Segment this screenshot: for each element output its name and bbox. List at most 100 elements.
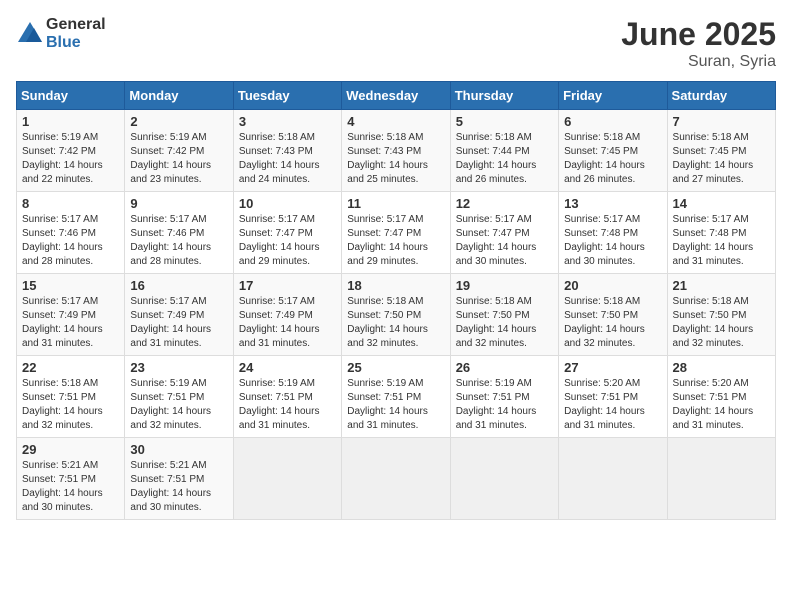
day-number: 11: [347, 196, 444, 211]
location-title: Suran, Syria: [621, 53, 776, 71]
day-number: 16: [130, 278, 227, 293]
day-info: Sunrise: 5:19 AMSunset: 7:42 PMDaylight:…: [130, 131, 227, 187]
day-number: 23: [130, 360, 227, 375]
header-sunday: Sunday: [17, 82, 125, 110]
calendar-cell: 1 Sunrise: 5:19 AMSunset: 7:42 PMDayligh…: [17, 110, 125, 192]
logo-general: General: [46, 16, 106, 33]
calendar-cell: 12 Sunrise: 5:17 AMSunset: 7:47 PMDaylig…: [450, 192, 558, 274]
page-header: General Blue June 2025 Suran, Syria: [16, 16, 776, 71]
day-number: 20: [564, 278, 661, 293]
calendar-cell: 24 Sunrise: 5:19 AMSunset: 7:51 PMDaylig…: [233, 356, 341, 438]
calendar-cell: 5 Sunrise: 5:18 AMSunset: 7:44 PMDayligh…: [450, 110, 558, 192]
day-number: 13: [564, 196, 661, 211]
day-info: Sunrise: 5:17 AMSunset: 7:49 PMDaylight:…: [130, 295, 227, 351]
calendar-cell: [667, 438, 775, 520]
calendar-cell: 20 Sunrise: 5:18 AMSunset: 7:50 PMDaylig…: [559, 274, 667, 356]
day-number: 26: [456, 360, 553, 375]
day-number: 22: [22, 360, 119, 375]
day-number: 12: [456, 196, 553, 211]
day-number: 8: [22, 196, 119, 211]
month-title: June 2025: [621, 16, 776, 53]
day-number: 7: [673, 114, 770, 129]
day-info: Sunrise: 5:17 AMSunset: 7:47 PMDaylight:…: [347, 213, 444, 269]
day-info: Sunrise: 5:17 AMSunset: 7:46 PMDaylight:…: [22, 213, 119, 269]
calendar-cell: 26 Sunrise: 5:19 AMSunset: 7:51 PMDaylig…: [450, 356, 558, 438]
day-number: 18: [347, 278, 444, 293]
day-number: 27: [564, 360, 661, 375]
header-saturday: Saturday: [667, 82, 775, 110]
calendar-cell: 2 Sunrise: 5:19 AMSunset: 7:42 PMDayligh…: [125, 110, 233, 192]
day-number: 14: [673, 196, 770, 211]
calendar-cell: 19 Sunrise: 5:18 AMSunset: 7:50 PMDaylig…: [450, 274, 558, 356]
day-number: 19: [456, 278, 553, 293]
calendar-cell: [233, 438, 341, 520]
day-info: Sunrise: 5:21 AMSunset: 7:51 PMDaylight:…: [22, 459, 119, 515]
day-number: 1: [22, 114, 119, 129]
day-info: Sunrise: 5:18 AMSunset: 7:45 PMDaylight:…: [564, 131, 661, 187]
day-number: 4: [347, 114, 444, 129]
calendar-week-1: 1 Sunrise: 5:19 AMSunset: 7:42 PMDayligh…: [17, 110, 776, 192]
day-info: Sunrise: 5:17 AMSunset: 7:47 PMDaylight:…: [239, 213, 336, 269]
calendar-cell: 21 Sunrise: 5:18 AMSunset: 7:50 PMDaylig…: [667, 274, 775, 356]
calendar-cell: 29 Sunrise: 5:21 AMSunset: 7:51 PMDaylig…: [17, 438, 125, 520]
day-number: 5: [456, 114, 553, 129]
day-number: 2: [130, 114, 227, 129]
day-info: Sunrise: 5:19 AMSunset: 7:51 PMDaylight:…: [347, 377, 444, 433]
day-info: Sunrise: 5:18 AMSunset: 7:50 PMDaylight:…: [673, 295, 770, 351]
calendar-cell: 28 Sunrise: 5:20 AMSunset: 7:51 PMDaylig…: [667, 356, 775, 438]
calendar-cell: [450, 438, 558, 520]
day-number: 29: [22, 442, 119, 457]
calendar-cell: 17 Sunrise: 5:17 AMSunset: 7:49 PMDaylig…: [233, 274, 341, 356]
day-info: Sunrise: 5:18 AMSunset: 7:43 PMDaylight:…: [347, 131, 444, 187]
day-number: 6: [564, 114, 661, 129]
calendar-cell: 14 Sunrise: 5:17 AMSunset: 7:48 PMDaylig…: [667, 192, 775, 274]
day-info: Sunrise: 5:19 AMSunset: 7:51 PMDaylight:…: [456, 377, 553, 433]
calendar-cell: 4 Sunrise: 5:18 AMSunset: 7:43 PMDayligh…: [342, 110, 450, 192]
calendar-table: SundayMondayTuesdayWednesdayThursdayFrid…: [16, 81, 776, 520]
logo-icon: [16, 20, 44, 48]
day-number: 15: [22, 278, 119, 293]
calendar-cell: 25 Sunrise: 5:19 AMSunset: 7:51 PMDaylig…: [342, 356, 450, 438]
day-number: 25: [347, 360, 444, 375]
calendar-cell: 27 Sunrise: 5:20 AMSunset: 7:51 PMDaylig…: [559, 356, 667, 438]
calendar-cell: 9 Sunrise: 5:17 AMSunset: 7:46 PMDayligh…: [125, 192, 233, 274]
header-tuesday: Tuesday: [233, 82, 341, 110]
calendar-week-3: 15 Sunrise: 5:17 AMSunset: 7:49 PMDaylig…: [17, 274, 776, 356]
day-info: Sunrise: 5:21 AMSunset: 7:51 PMDaylight:…: [130, 459, 227, 515]
calendar-cell: 7 Sunrise: 5:18 AMSunset: 7:45 PMDayligh…: [667, 110, 775, 192]
day-number: 9: [130, 196, 227, 211]
day-info: Sunrise: 5:19 AMSunset: 7:51 PMDaylight:…: [130, 377, 227, 433]
calendar-cell: 8 Sunrise: 5:17 AMSunset: 7:46 PMDayligh…: [17, 192, 125, 274]
day-info: Sunrise: 5:20 AMSunset: 7:51 PMDaylight:…: [564, 377, 661, 433]
calendar-cell: 16 Sunrise: 5:17 AMSunset: 7:49 PMDaylig…: [125, 274, 233, 356]
day-number: 17: [239, 278, 336, 293]
calendar-cell: 11 Sunrise: 5:17 AMSunset: 7:47 PMDaylig…: [342, 192, 450, 274]
calendar-cell: 3 Sunrise: 5:18 AMSunset: 7:43 PMDayligh…: [233, 110, 341, 192]
calendar-cell: 22 Sunrise: 5:18 AMSunset: 7:51 PMDaylig…: [17, 356, 125, 438]
day-info: Sunrise: 5:17 AMSunset: 7:48 PMDaylight:…: [673, 213, 770, 269]
day-info: Sunrise: 5:17 AMSunset: 7:49 PMDaylight:…: [22, 295, 119, 351]
day-info: Sunrise: 5:17 AMSunset: 7:49 PMDaylight:…: [239, 295, 336, 351]
day-info: Sunrise: 5:20 AMSunset: 7:51 PMDaylight:…: [673, 377, 770, 433]
day-number: 3: [239, 114, 336, 129]
calendar-cell: [559, 438, 667, 520]
day-number: 30: [130, 442, 227, 457]
day-info: Sunrise: 5:18 AMSunset: 7:50 PMDaylight:…: [456, 295, 553, 351]
header-thursday: Thursday: [450, 82, 558, 110]
day-info: Sunrise: 5:19 AMSunset: 7:42 PMDaylight:…: [22, 131, 119, 187]
day-info: Sunrise: 5:17 AMSunset: 7:47 PMDaylight:…: [456, 213, 553, 269]
calendar-week-2: 8 Sunrise: 5:17 AMSunset: 7:46 PMDayligh…: [17, 192, 776, 274]
day-info: Sunrise: 5:17 AMSunset: 7:46 PMDaylight:…: [130, 213, 227, 269]
calendar-cell: 6 Sunrise: 5:18 AMSunset: 7:45 PMDayligh…: [559, 110, 667, 192]
calendar-week-4: 22 Sunrise: 5:18 AMSunset: 7:51 PMDaylig…: [17, 356, 776, 438]
calendar-week-5: 29 Sunrise: 5:21 AMSunset: 7:51 PMDaylig…: [17, 438, 776, 520]
calendar-header-row: SundayMondayTuesdayWednesdayThursdayFrid…: [17, 82, 776, 110]
calendar-cell: 23 Sunrise: 5:19 AMSunset: 7:51 PMDaylig…: [125, 356, 233, 438]
header-friday: Friday: [559, 82, 667, 110]
header-monday: Monday: [125, 82, 233, 110]
day-number: 21: [673, 278, 770, 293]
day-info: Sunrise: 5:19 AMSunset: 7:51 PMDaylight:…: [239, 377, 336, 433]
day-info: Sunrise: 5:18 AMSunset: 7:45 PMDaylight:…: [673, 131, 770, 187]
title-block: June 2025 Suran, Syria: [621, 16, 776, 71]
logo-blue: Blue: [46, 34, 81, 51]
